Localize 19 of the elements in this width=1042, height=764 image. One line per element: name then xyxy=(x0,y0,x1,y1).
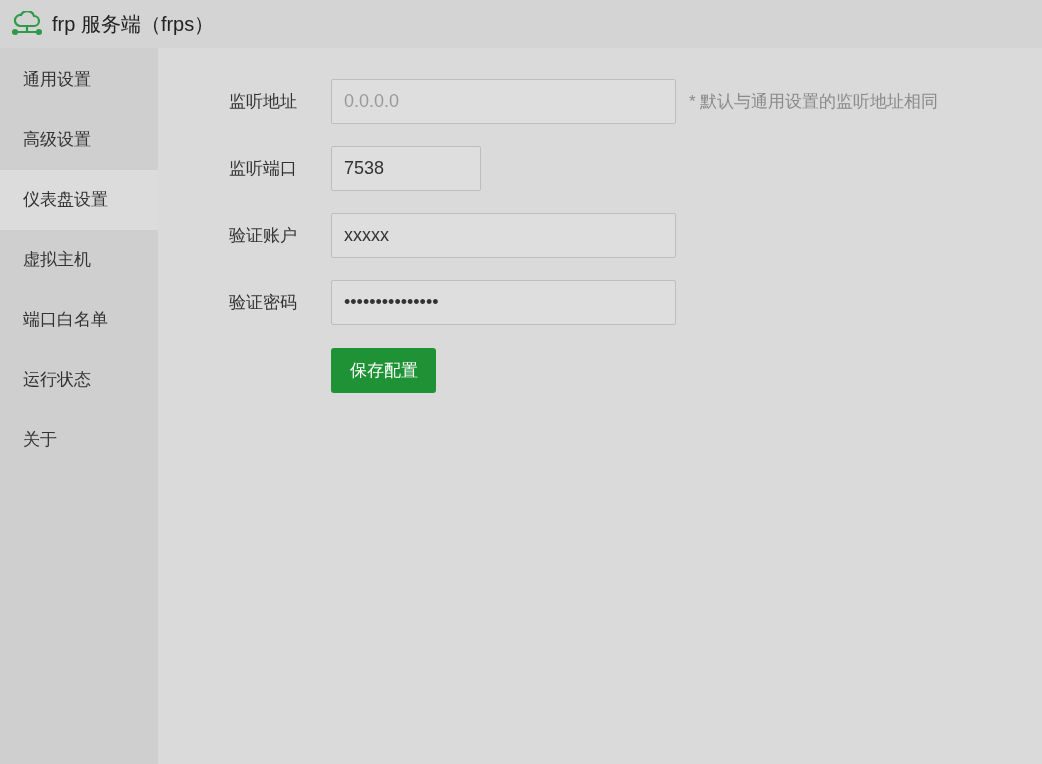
field-label: 验证账户 xyxy=(229,224,298,247)
save-button[interactable]: 保存配置 xyxy=(331,348,436,393)
field-label: 验证密码 xyxy=(229,291,298,314)
window-title: frp 服务端（frps） xyxy=(52,12,215,37)
sidebar-item[interactable]: 端口白名单 xyxy=(0,290,158,350)
input-field[interactable]: 0.0.0.0 xyxy=(331,79,676,124)
hint-text: * 默认与通用设置的监听地址相同 xyxy=(689,90,939,113)
sidebar-item[interactable]: 高级设置 xyxy=(0,110,158,170)
input-field[interactable]: ••••••••••••••• xyxy=(331,280,676,325)
sidebar-item[interactable]: 虚拟主机 xyxy=(0,230,158,290)
sidebar-item[interactable]: 仪表盘设置 xyxy=(0,170,158,230)
cloud-network-icon xyxy=(12,11,42,37)
input-field[interactable]: xxxxx xyxy=(331,213,676,258)
sidebar-item[interactable]: 运行状态 xyxy=(0,350,158,410)
sidebar-item[interactable]: 关于 xyxy=(0,410,158,470)
sidebar-item[interactable]: 通用设置 xyxy=(0,50,158,110)
field-label: 监听地址 xyxy=(229,90,298,113)
input-field[interactable]: 7538 xyxy=(331,146,481,191)
field-label: 监听端口 xyxy=(229,157,298,180)
